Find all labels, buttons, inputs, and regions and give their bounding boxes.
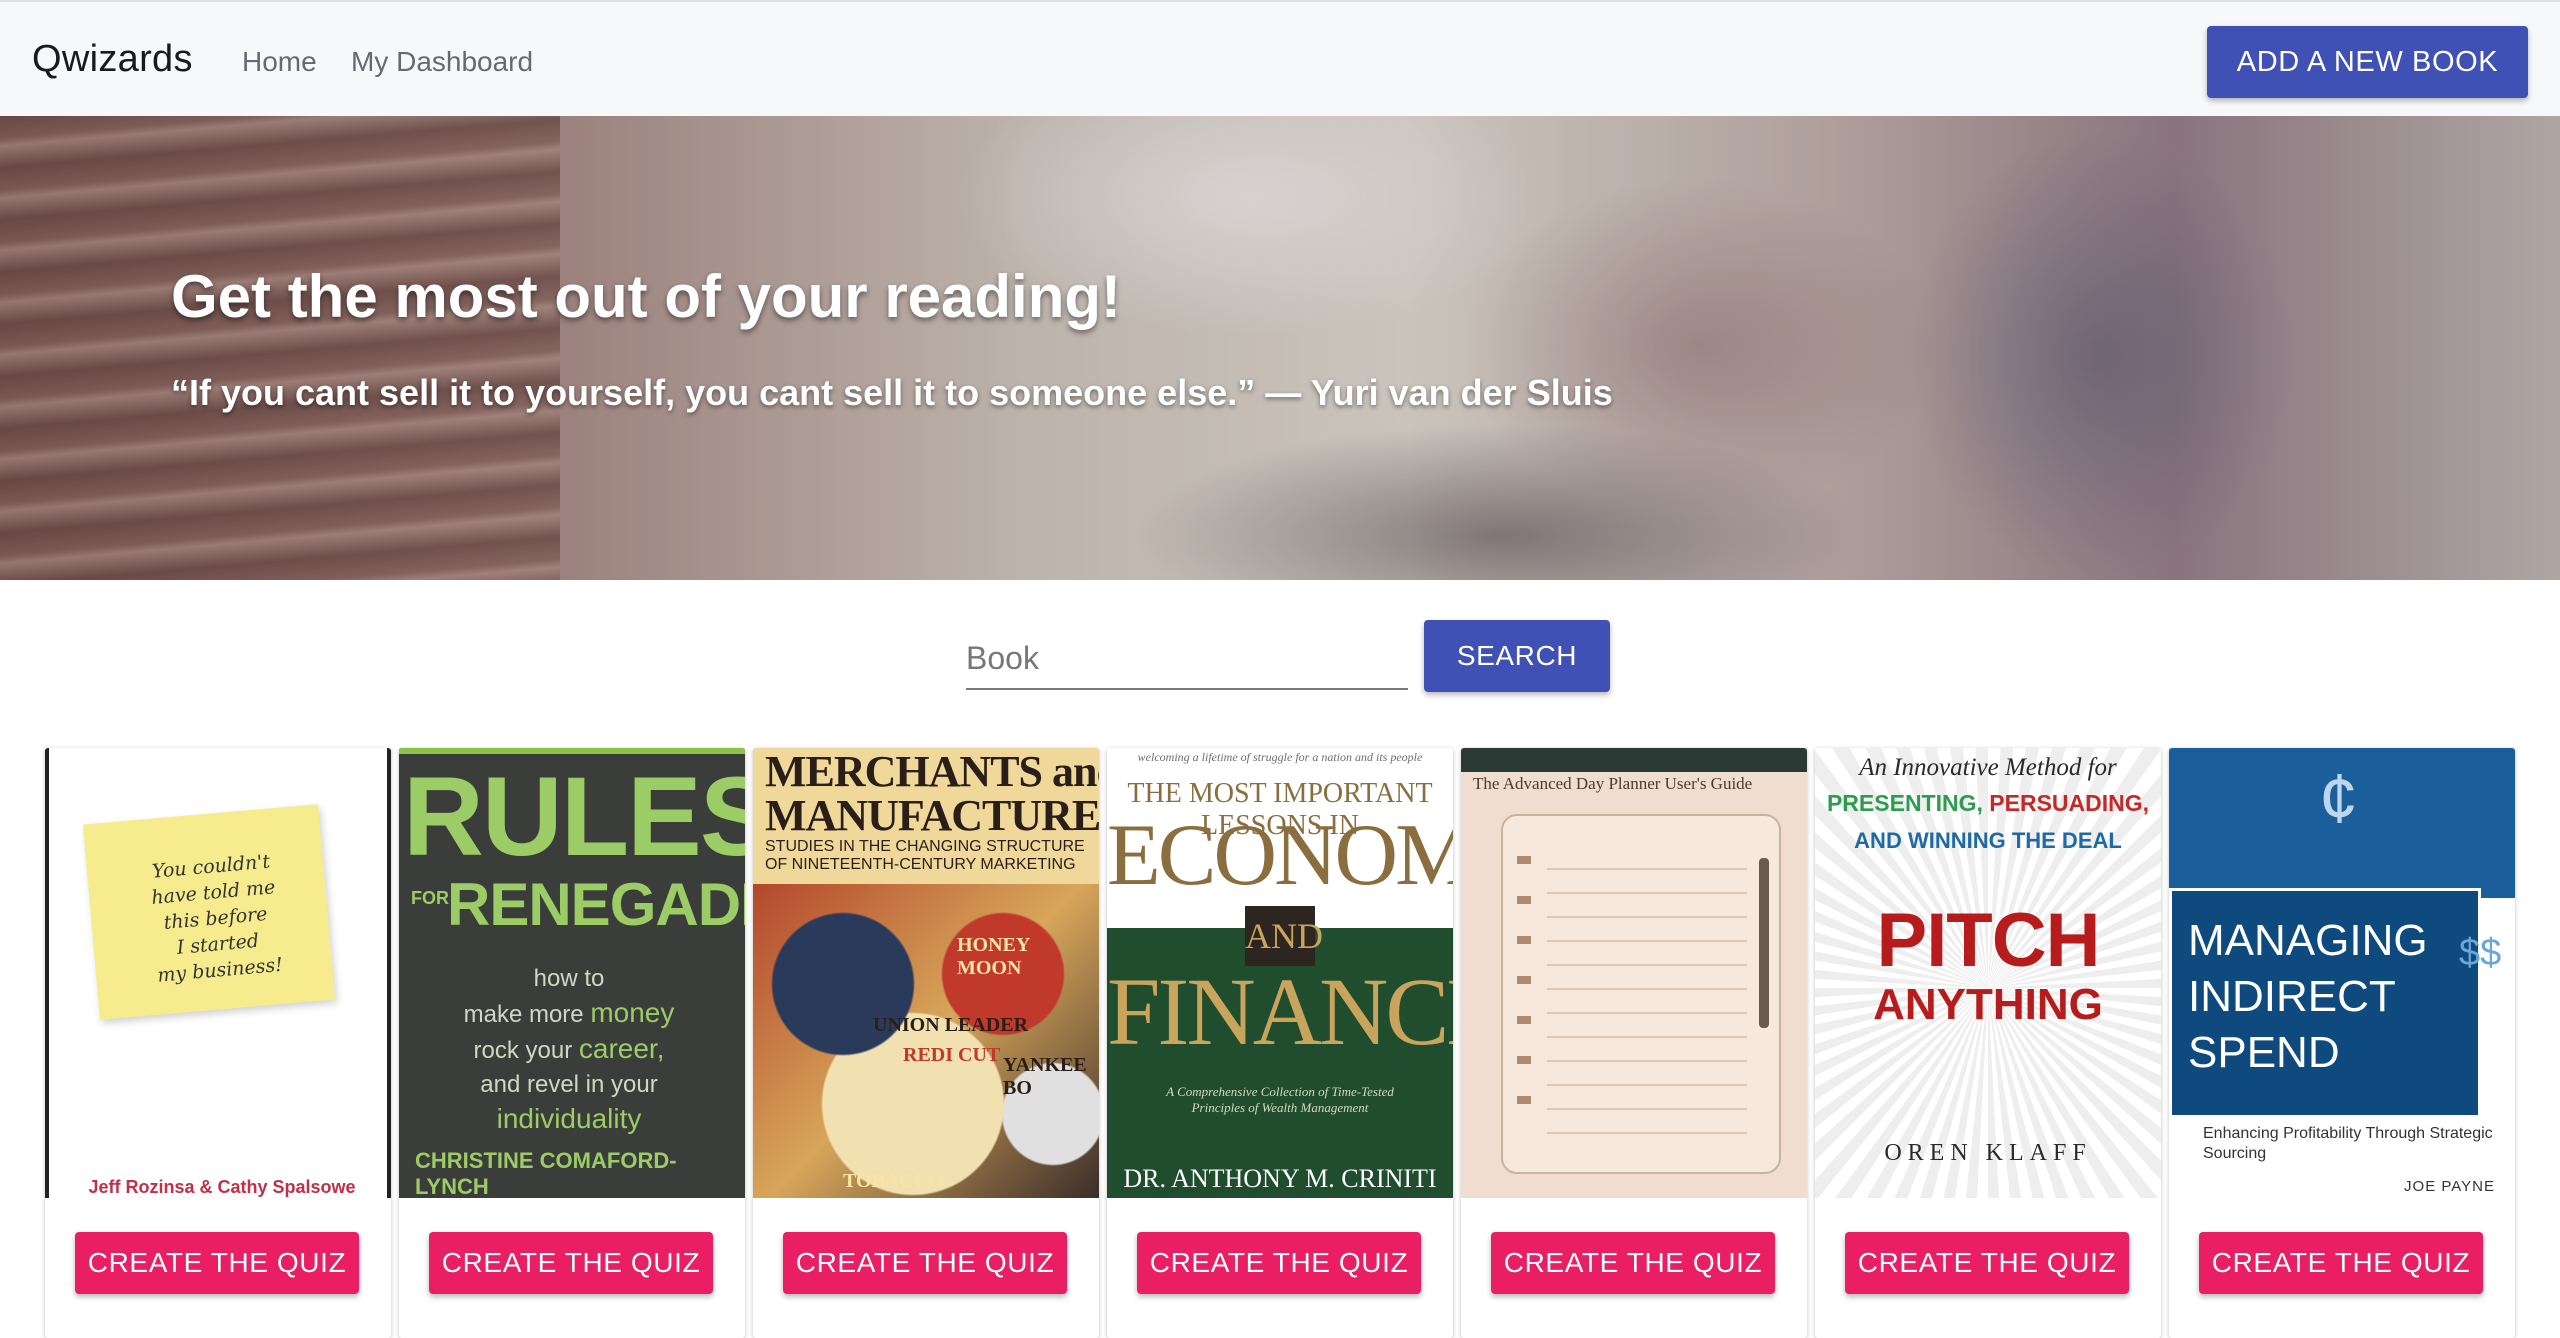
book-card: You couldn't have told me this before I … <box>45 748 391 1338</box>
book-card: RULES FOR RENEGADES how to make more mon… <box>399 748 745 1338</box>
hero-title: Get the most out of your reading! <box>171 263 1122 330</box>
planner-illustration <box>1501 814 1781 1174</box>
hero-quote: “If you cant sell it to yourself, you ca… <box>171 372 1613 413</box>
book-card: An Innovative Method for PRESENTING, PER… <box>1815 748 2161 1338</box>
book-cover-image[interactable]: ¢ MANAGING INDIRECT SPEND $$ Enhancing P… <box>2169 748 2515 1198</box>
book-cover-image[interactable]: The Advanced Day Planner User's Guide <box>1461 748 1807 1198</box>
book-cover-title: MERCHANTS and MANUFACTURERS <box>765 748 1099 840</box>
create-quiz-button[interactable]: CREATE THE QUIZ <box>1845 1232 2129 1294</box>
book-cover-author: CHRISTINE COMAFORD-LYNCH <box>415 1148 677 1198</box>
pen-illustration <box>1759 858 1769 1028</box>
sticky-note: You couldn't have told me this before I … <box>82 804 336 1020</box>
book-cover-author: OREN KLAFF <box>1884 1140 2092 1166</box>
create-quiz-button[interactable]: CREATE THE QUIZ <box>75 1232 359 1294</box>
book-cover-image[interactable]: You couldn't have told me this before I … <box>45 748 391 1198</box>
book-cover-title: RULES <box>403 754 745 879</box>
book-cover-author: JOE PAYNE <box>2404 1178 2495 1195</box>
book-cover-author: Jeff Rozinsa & Cathy Spalsowe <box>88 1177 356 1197</box>
create-quiz-button[interactable]: CREATE THE QUIZ <box>1491 1232 1775 1294</box>
nav-link-my-dashboard[interactable]: My Dashboard <box>351 46 533 78</box>
book-cover-author: DR. ANTHONY M. CRINITI IV <box>1123 1164 1437 1198</box>
book-card: ¢ MANAGING INDIRECT SPEND $$ Enhancing P… <box>2169 748 2515 1338</box>
book-cover-image[interactable]: An Innovative Method for PRESENTING, PER… <box>1815 748 2161 1198</box>
create-quiz-button[interactable]: CREATE THE QUIZ <box>429 1232 713 1294</box>
brand-logo[interactable]: Qwizards <box>32 38 193 81</box>
book-cover-title: PITCH <box>1876 898 2101 983</box>
add-new-book-button[interactable]: ADD A NEW BOOK <box>2207 26 2528 98</box>
book-cover-image[interactable]: MERCHANTS and MANUFACTURERS STUDIES IN T… <box>753 748 1099 1198</box>
navbar: Qwizards Home My Dashboard ADD A NEW BOO… <box>0 0 2560 116</box>
book-cover-title: The Advanced Day Planner User's Guide <box>1473 774 1753 793</box>
book-cover-image[interactable]: RULES FOR RENEGADES how to make more mon… <box>399 748 745 1198</box>
hero-banner: Get the most out of your reading! “If yo… <box>0 116 2560 580</box>
book-card: welcoming a lifetime of struggle for a n… <box>1107 748 1453 1338</box>
dollar-signs-icon: $$ <box>2459 932 2502 974</box>
create-quiz-button[interactable]: CREATE THE QUIZ <box>1137 1232 1421 1294</box>
search-button[interactable]: SEARCH <box>1424 620 1610 692</box>
book-search-input[interactable] <box>966 628 1408 690</box>
book-card: MERCHANTS and MANUFACTURERS STUDIES IN T… <box>753 748 1099 1338</box>
create-quiz-button[interactable]: CREATE THE QUIZ <box>2199 1232 2483 1294</box>
currency-icon: ¢ <box>2319 759 2358 837</box>
create-quiz-button[interactable]: CREATE THE QUIZ <box>783 1232 1067 1294</box>
nav-link-home[interactable]: Home <box>242 46 317 78</box>
book-card: The Advanced Day Planner User's Guide CR… <box>1461 748 1807 1338</box>
book-cover-title: ECONOMICS <box>1107 807 1453 904</box>
book-cover-title: MANAGING INDIRECT SPEND <box>2188 916 2428 1077</box>
book-cover-image[interactable]: welcoming a lifetime of struggle for a n… <box>1107 748 1453 1198</box>
